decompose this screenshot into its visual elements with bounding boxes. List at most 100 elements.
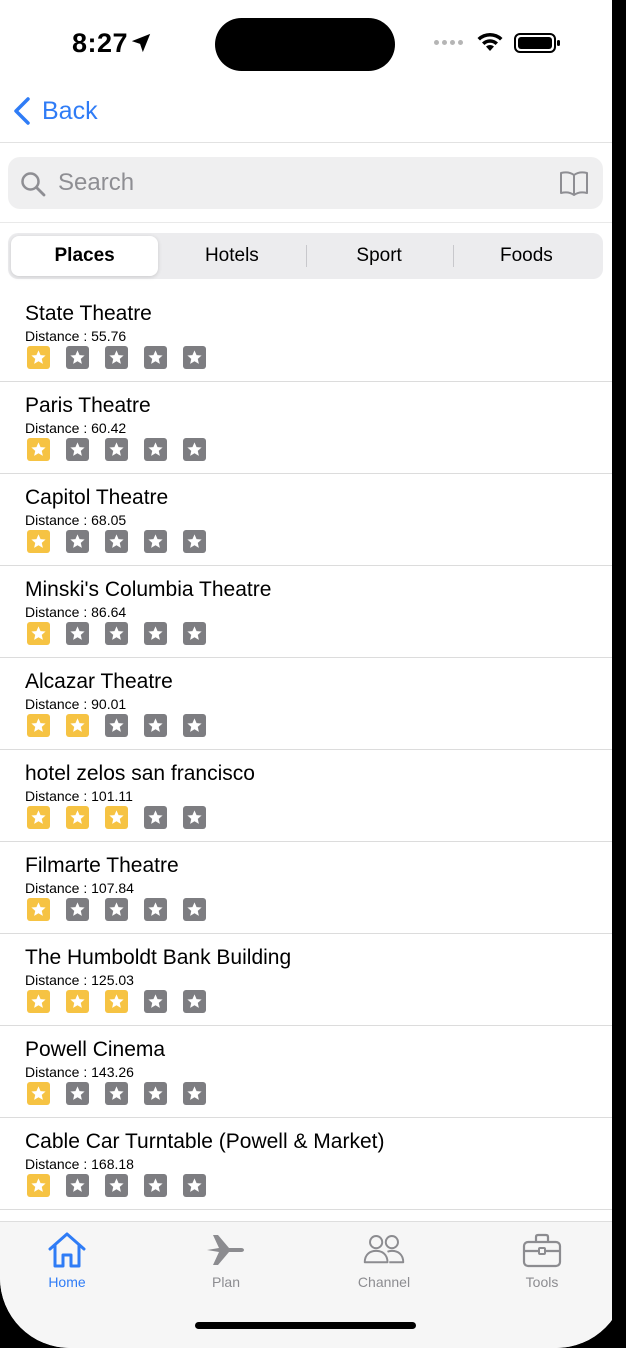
- briefcase-icon: [522, 1233, 562, 1268]
- star-filled-icon: [66, 714, 89, 737]
- star-empty-icon: [105, 530, 128, 553]
- star-filled-icon: [66, 806, 89, 829]
- star-empty-icon: [144, 622, 167, 645]
- search-icon: [21, 172, 46, 197]
- place-distance: Distance : 168.18: [25, 1156, 134, 1172]
- tab-tools[interactable]: Tools: [497, 1230, 587, 1290]
- bookmarks-book-icon[interactable]: [559, 170, 589, 196]
- star-empty-icon: [144, 898, 167, 921]
- star-empty-icon: [183, 1082, 206, 1105]
- place-row[interactable]: Alcazar Theatre Distance : 90.01: [0, 658, 614, 750]
- star-rating: [27, 990, 206, 1013]
- star-filled-icon: [27, 438, 50, 461]
- place-distance: Distance : 101.11: [25, 788, 133, 804]
- segment-foods[interactable]: Foods: [452, 236, 600, 276]
- place-row[interactable]: State Theatre Distance : 55.76: [0, 290, 614, 382]
- place-row[interactable]: Powell Cinema Distance : 143.26: [0, 1026, 614, 1118]
- search-input[interactable]: [58, 165, 538, 201]
- star-empty-icon: [183, 530, 206, 553]
- navigation-bar: Back: [0, 88, 612, 143]
- star-empty-icon: [183, 346, 206, 369]
- place-row[interactable]: hotel zelos san francisco Distance : 101.…: [0, 750, 614, 842]
- place-row[interactable]: Minski's Columbia Theatre Distance : 86.6…: [0, 566, 614, 658]
- tab-home[interactable]: Home: [22, 1230, 112, 1290]
- star-empty-icon: [144, 714, 167, 737]
- status-time: 8:27: [72, 28, 129, 58]
- place-name: Powell Cinema: [25, 1038, 166, 1061]
- star-rating: [27, 1174, 206, 1197]
- star-empty-icon: [105, 898, 128, 921]
- star-empty-icon: [105, 622, 128, 645]
- star-filled-icon: [27, 990, 50, 1013]
- place-name: Alcazar Theatre: [25, 670, 173, 693]
- star-empty-icon: [144, 1174, 167, 1197]
- tab-plan-label: Plan: [211, 1274, 241, 1290]
- star-filled-icon: [27, 346, 50, 369]
- tab-channel[interactable]: Channel: [339, 1230, 429, 1290]
- back-button[interactable]: Back: [12, 96, 98, 126]
- star-empty-icon: [183, 1174, 206, 1197]
- star-empty-icon: [66, 1174, 89, 1197]
- star-empty-icon: [105, 1082, 128, 1105]
- place-name: Minski's Columbia Theatre: [25, 578, 272, 601]
- star-empty-icon: [183, 990, 206, 1013]
- wifi-icon: [477, 32, 503, 51]
- segment-places[interactable]: Places: [11, 236, 159, 276]
- star-empty-icon: [183, 806, 206, 829]
- device-bezel: [612, 0, 626, 1348]
- star-empty-icon: [144, 346, 167, 369]
- star-filled-icon: [105, 806, 128, 829]
- place-row[interactable]: The Humboldt Bank Building Distance : 125…: [0, 934, 614, 1026]
- star-empty-icon: [183, 622, 206, 645]
- star-empty-icon: [66, 438, 89, 461]
- house-icon: [48, 1232, 86, 1268]
- place-row[interactable]: Cable Car Turntable (Powell & Market) Dis…: [0, 1118, 614, 1210]
- back-label: Back: [42, 96, 98, 125]
- people-icon: [363, 1235, 405, 1264]
- segment-hotels[interactable]: Hotels: [158, 236, 305, 276]
- star-filled-icon: [66, 990, 89, 1013]
- place-name: The Humboldt Bank Building: [25, 946, 292, 969]
- place-row[interactable]: Filmarte Theatre Distance : 107.84: [0, 842, 614, 934]
- battery-icon: [514, 33, 560, 53]
- tab-plan[interactable]: Plan: [181, 1230, 271, 1290]
- place-distance: Distance : 55.76: [25, 328, 127, 344]
- place-name: Paris Theatre: [25, 394, 151, 417]
- star-filled-icon: [27, 806, 50, 829]
- chevron-left-icon: [14, 97, 30, 125]
- star-rating: [27, 898, 206, 921]
- place-name: Cable Car Turntable (Powell & Market): [25, 1130, 385, 1153]
- star-rating: [27, 346, 206, 369]
- tab-tools-label: Tools: [525, 1274, 559, 1290]
- cellular-signal-icon: [434, 40, 463, 45]
- star-empty-icon: [144, 1082, 167, 1105]
- star-empty-icon: [66, 530, 89, 553]
- search-bar-container: [0, 143, 612, 223]
- star-filled-icon: [27, 1174, 50, 1197]
- star-rating: [27, 806, 206, 829]
- star-empty-icon: [66, 622, 89, 645]
- star-empty-icon: [144, 990, 167, 1013]
- star-empty-icon: [105, 714, 128, 737]
- segment-sport[interactable]: Sport: [305, 236, 453, 276]
- place-name: hotel zelos san francisco: [25, 762, 255, 785]
- star-empty-icon: [105, 1174, 128, 1197]
- airplane-icon: [207, 1235, 244, 1265]
- star-empty-icon: [144, 438, 167, 461]
- star-rating: [27, 530, 206, 553]
- star-filled-icon: [27, 898, 50, 921]
- star-rating: [27, 714, 206, 737]
- tab-home-label: Home: [48, 1274, 86, 1290]
- place-name: Capitol Theatre: [25, 486, 169, 509]
- place-distance: Distance : 68.05: [25, 512, 127, 528]
- place-row[interactable]: Paris Theatre Distance : 60.42: [0, 382, 614, 474]
- phone-screen: 8:27 Back Search Places Hotels Sport Foo…: [0, 0, 626, 1348]
- place-distance: Distance : 107.84: [25, 880, 134, 896]
- star-empty-icon: [183, 714, 206, 737]
- place-row[interactable]: Capitol Theatre Distance : 68.05: [0, 474, 614, 566]
- star-filled-icon: [105, 990, 128, 1013]
- location-arrow-icon: [131, 33, 151, 53]
- star-rating: [27, 1082, 206, 1105]
- star-empty-icon: [66, 898, 89, 921]
- place-distance: Distance : 86.64: [25, 604, 127, 620]
